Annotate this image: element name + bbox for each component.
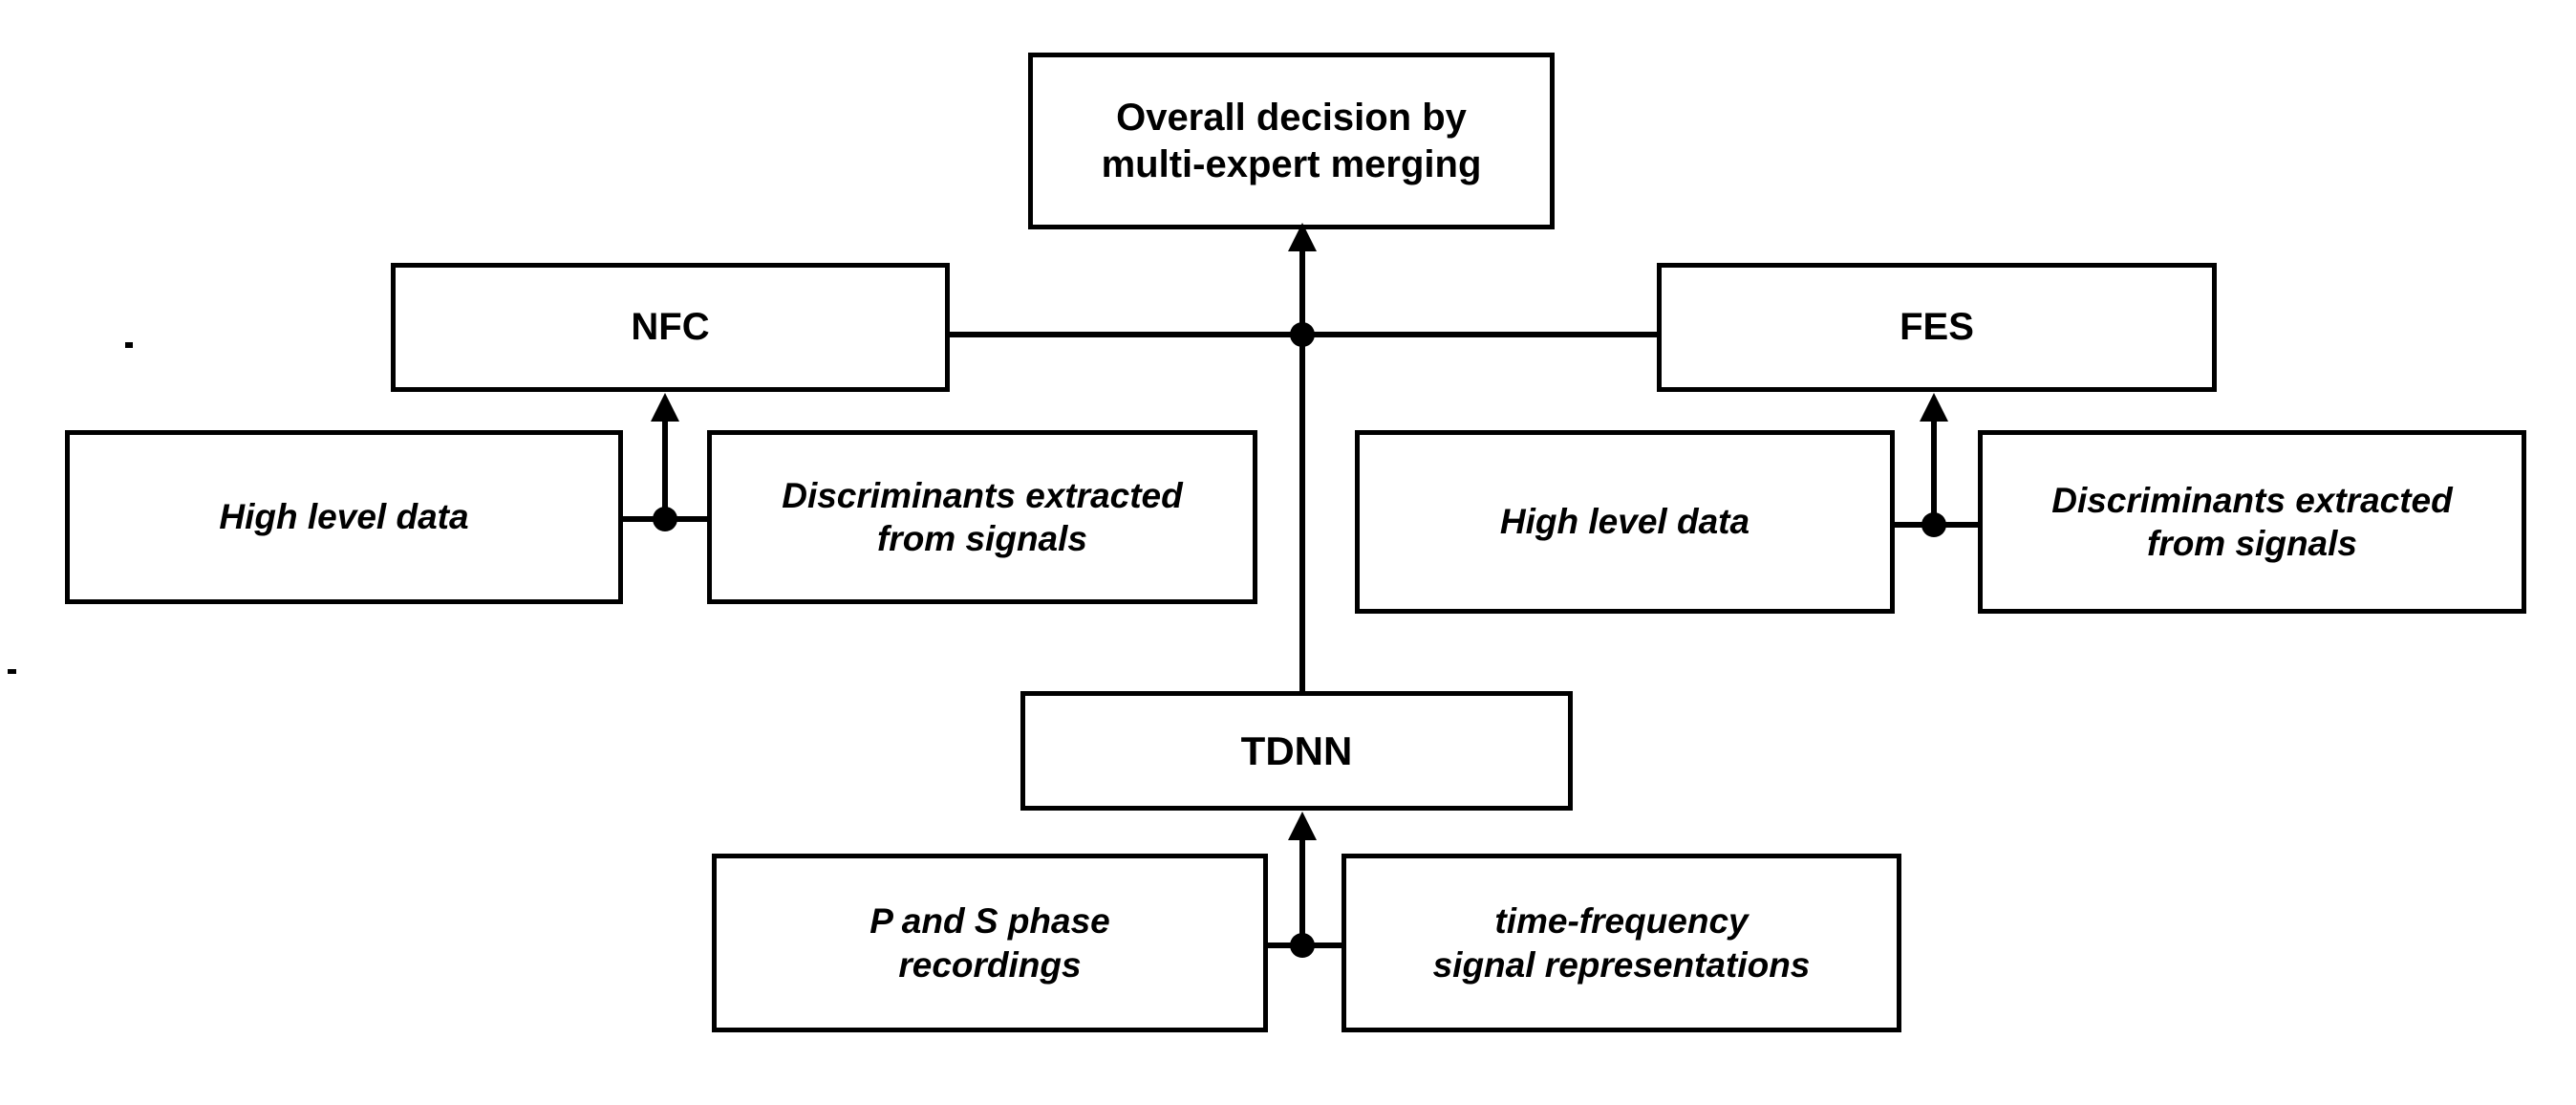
node-tdnn[interactable]: TDNN (1020, 691, 1573, 811)
node-nfc-label: NFC (631, 306, 710, 349)
wire-tdnn-junction-riser (1299, 835, 1305, 945)
arrowhead-to-overall-decision (1288, 223, 1317, 251)
diagram-canvas: Overall decision by multi-expert merging… (0, 0, 2576, 1105)
node-left-discriminants[interactable]: Discriminants extracted from signals (707, 430, 1257, 604)
wire-bus-to-fes (1299, 332, 1659, 337)
arrowhead-to-fes (1920, 393, 1948, 422)
wire-tdnn-to-bus (1299, 335, 1305, 693)
node-right-high-level-data[interactable]: High level data (1355, 430, 1895, 614)
node-overall-decision[interactable]: Overall decision by multi-expert merging (1028, 53, 1555, 229)
node-tdnn-label: TDNN (1240, 727, 1353, 773)
node-right-discriminants[interactable]: Discriminants extracted from signals (1978, 430, 2526, 614)
scan-speck-left-lower (8, 669, 16, 674)
node-p-and-s-phase-recordings[interactable]: P and S phase recordings (712, 854, 1268, 1032)
junction-dot-tdnn-input (1290, 933, 1315, 958)
junction-dot-nfc-input (653, 507, 677, 531)
arrowhead-to-nfc (651, 393, 679, 422)
node-p-and-s-phase-recordings-label: P and S phase recordings (869, 901, 1110, 985)
node-left-discriminants-label: Discriminants extracted from signals (782, 475, 1183, 558)
node-nfc[interactable]: NFC (391, 263, 950, 392)
wire-fes-junction-riser (1931, 416, 1937, 525)
wire-nfc-junction-riser (662, 416, 668, 519)
node-right-high-level-data-label: High level data (1499, 502, 1750, 542)
node-fes[interactable]: FES (1657, 263, 2217, 392)
node-left-high-level-data[interactable]: High level data (65, 430, 623, 604)
junction-dot-merge-bus (1290, 322, 1315, 347)
arrowhead-to-tdnn (1288, 812, 1317, 840)
node-fes-label: FES (1900, 306, 1974, 349)
scan-speck-left (125, 342, 133, 348)
wire-nfc-to-bus (950, 332, 1305, 337)
node-overall-decision-label: Overall decision by multi-expert merging (1101, 96, 1482, 185)
junction-dot-fes-input (1921, 512, 1946, 537)
node-time-frequency-representations-label: time-frequency signal representations (1432, 901, 1811, 985)
node-right-discriminants-label: Discriminants extracted from signals (2051, 480, 2453, 563)
node-time-frequency-representations[interactable]: time-frequency signal representations (1342, 854, 1901, 1032)
node-left-high-level-data-label: High level data (219, 497, 469, 537)
